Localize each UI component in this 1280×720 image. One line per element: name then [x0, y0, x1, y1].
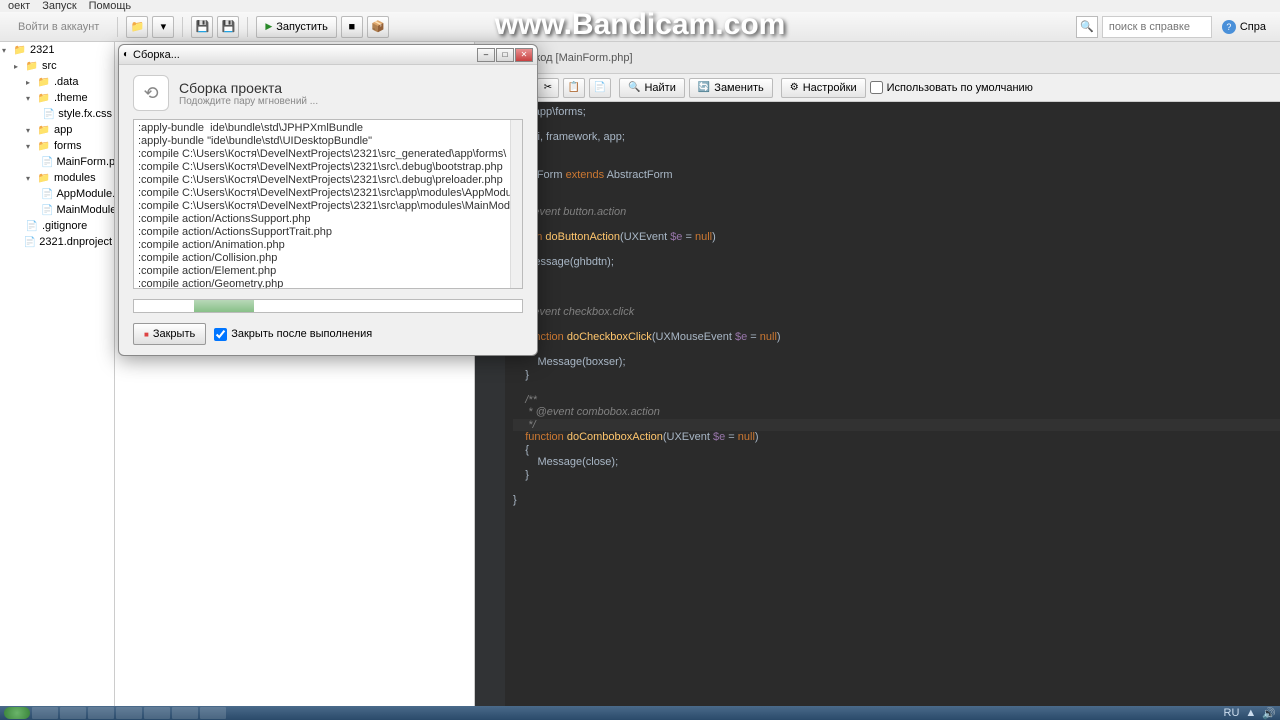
editor-toolbar: ↶ ↷ ✂ 📋 📄 🔍 Найти 🔄 Заменить ⚙ Настройки… [475, 74, 1280, 102]
cut-icon[interactable]: ✂ [537, 78, 559, 98]
tree-item[interactable]: 📄MainModule.php [0, 202, 114, 218]
tree-item[interactable]: 📄.gitignore [0, 218, 114, 234]
code-editor: Исходный код [MainForm.php] ↶ ↷ ✂ 📋 📄 🔍 … [475, 42, 1280, 706]
scrollbar[interactable] [510, 120, 522, 288]
run-button[interactable]: Запустить [256, 16, 336, 38]
maximize-icon[interactable]: □ [496, 48, 514, 62]
tree-item[interactable]: ▾📁forms [0, 138, 114, 154]
task-item[interactable] [32, 707, 58, 719]
editor-tabs: Исходный код [MainForm.php] [475, 42, 1280, 74]
new-file-icon[interactable]: ▾ [152, 16, 174, 38]
tree-item[interactable]: ▾📁modules [0, 170, 114, 186]
build-icon[interactable]: 📦 [367, 16, 389, 38]
save-icon[interactable]: 💾 [191, 16, 213, 38]
project-tree: ▾📁2321 ▸📁src▸📁.data▾📁.theme📄style.fx.css… [0, 42, 115, 706]
search-input[interactable] [1102, 16, 1212, 38]
search-icon[interactable]: 🔍 [1076, 16, 1098, 38]
task-item[interactable] [144, 707, 170, 719]
task-item[interactable] [200, 707, 226, 719]
dialog-titlebar[interactable]: Сборка... – □ ✕ [119, 45, 537, 65]
task-item[interactable] [60, 707, 86, 719]
replace-button[interactable]: 🔄 Заменить [689, 78, 773, 98]
minimize-icon[interactable]: – [477, 48, 495, 62]
stop-icon[interactable]: ■ [341, 16, 363, 38]
menu-run[interactable]: Запуск [42, 0, 76, 12]
save-all-icon[interactable]: 💾 [217, 16, 239, 38]
copy-icon[interactable]: 📋 [563, 78, 585, 98]
login-link[interactable]: Войти в аккаунт [8, 18, 109, 36]
task-item[interactable] [116, 707, 142, 719]
tree-item[interactable]: ▾📁app [0, 122, 114, 138]
menu-project[interactable]: оект [8, 0, 30, 12]
menubar: оект Запуск Помощь [0, 0, 1280, 12]
tree-item[interactable]: ▸📁src [0, 58, 114, 74]
build-icon: ⟲ [133, 75, 169, 111]
find-button[interactable]: 🔍 Найти [619, 78, 685, 98]
taskbar: RU▲🔊 [0, 706, 1280, 720]
tree-item[interactable]: ▸📁.data [0, 74, 114, 90]
code-content[interactable]: ace app\forms; d, gui, framework, app; M… [505, 102, 1280, 706]
task-item[interactable] [172, 707, 198, 719]
dialog-title: Сборка проекта [179, 80, 318, 96]
close-button[interactable]: Закрыть [133, 323, 206, 345]
main-toolbar: Войти в аккаунт 📁 ▾ 💾 💾 Запустить ■ 📦 🔍 … [0, 12, 1280, 42]
close-after-checkbox[interactable]: Закрыть после выполнения [214, 328, 372, 341]
tree-item[interactable]: 📄style.fx.css [0, 106, 114, 122]
tree-item[interactable]: 📄MainForm.php [0, 154, 114, 170]
tree-root[interactable]: ▾📁2321 [0, 42, 114, 58]
progress-bar [133, 299, 523, 313]
tree-item[interactable]: 📄2321.dnproject [0, 234, 114, 250]
default-checkbox[interactable]: Использовать по умолчанию [870, 81, 1033, 94]
open-folder-icon[interactable]: 📁 [126, 16, 148, 38]
task-item[interactable] [88, 707, 114, 719]
start-button[interactable] [4, 707, 30, 719]
system-tray[interactable]: RU▲🔊 [1224, 707, 1276, 720]
settings-button[interactable]: ⚙ Настройки [781, 78, 866, 98]
tree-item[interactable]: ▾📁.theme [0, 90, 114, 106]
help-button[interactable]: Спра [1216, 17, 1272, 37]
build-dialog: Сборка... – □ ✕ ⟲ Сборка проекта Подожди… [118, 44, 538, 356]
paste-icon[interactable]: 📄 [589, 78, 611, 98]
build-log[interactable]: :apply-bundle ide\bundle\std\JPHPXmlBund… [133, 119, 523, 289]
menu-help[interactable]: Помощь [89, 0, 132, 12]
close-icon[interactable]: ✕ [515, 48, 533, 62]
tree-item[interactable]: 📄AppModule.php [0, 186, 114, 202]
dialog-subtitle: Подождите пару мгновений ... [179, 96, 318, 107]
